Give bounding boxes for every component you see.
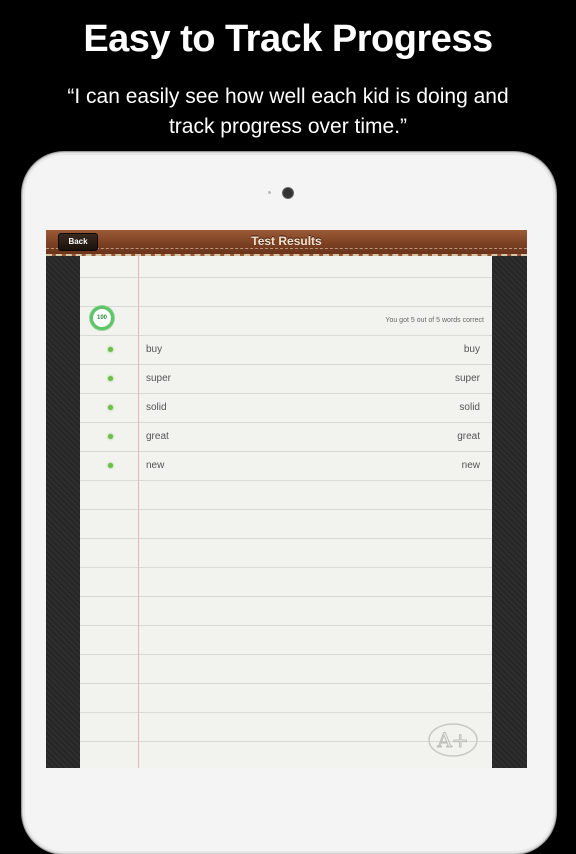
correct-indicator-icon bbox=[108, 434, 113, 439]
score-badge: 100 bbox=[90, 306, 114, 330]
page-title: Test Results bbox=[251, 234, 322, 248]
front-camera bbox=[282, 187, 294, 199]
right-leather-binding bbox=[492, 256, 527, 768]
student-answer: new bbox=[461, 460, 480, 471]
app-screen: Back Test Results 100 You got 5 out of 5… bbox=[46, 230, 527, 768]
correct-indicator-icon bbox=[108, 463, 113, 468]
navigation-bar: Back Test Results bbox=[46, 230, 527, 256]
test-word: super bbox=[146, 373, 172, 384]
left-leather-binding bbox=[46, 256, 80, 768]
grade-stamp-icon: A+ bbox=[428, 723, 478, 757]
result-row: solid solid bbox=[80, 394, 492, 423]
student-answer: buy bbox=[463, 344, 480, 355]
correct-indicator-icon bbox=[108, 347, 113, 352]
student-answer: great bbox=[457, 431, 480, 442]
correct-indicator-icon bbox=[108, 405, 113, 410]
marketing-quote: “I can easily see how well each kid is d… bbox=[67, 85, 509, 138]
test-word: great bbox=[146, 431, 169, 442]
student-answer: solid bbox=[459, 402, 480, 413]
results-paper[interactable]: 100 You got 5 out of 5 words correct buy… bbox=[80, 256, 492, 768]
navbar-stitching bbox=[46, 248, 527, 249]
result-row: buy buy bbox=[80, 336, 492, 365]
marketing-headline: Easy to Track Progress bbox=[83, 18, 493, 60]
result-row: super super bbox=[80, 365, 492, 394]
test-word: buy bbox=[146, 344, 163, 355]
test-word: new bbox=[146, 460, 165, 471]
result-row: great great bbox=[80, 423, 492, 452]
test-word: solid bbox=[146, 402, 167, 413]
paper-margin-line bbox=[138, 256, 139, 768]
correct-indicator-icon bbox=[108, 376, 113, 381]
result-row: new new bbox=[80, 452, 492, 481]
front-sensor bbox=[268, 191, 271, 194]
grade-stamp-text: A+ bbox=[436, 728, 468, 752]
results-summary: You got 5 out of 5 words correct bbox=[385, 317, 484, 324]
student-answer: super bbox=[454, 373, 480, 384]
